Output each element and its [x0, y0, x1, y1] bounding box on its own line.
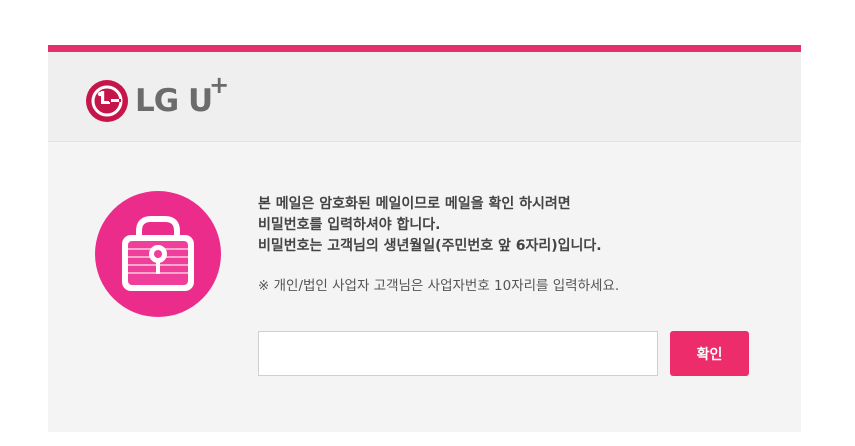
message-line: 비밀번호는 고객님의 생년월일(주민번호 앞 6자리)입니다.: [258, 238, 602, 254]
confirm-button[interactable]: 확인: [670, 331, 749, 376]
brand-logo: LG U +: [85, 73, 229, 123]
business-note: ※ 개인/법인 사업자 고객님은 사업자번호 10자리를 입력하세요.: [258, 278, 620, 294]
accent-top-bar: [48, 45, 801, 52]
lock-icon: [95, 191, 221, 317]
main-content: 본 메일은 암호화된 메일이므로 메일을 확인 하시려면 비밀번호를 입력하셔야…: [48, 142, 801, 432]
message-line: 비밀번호를 입력하셔야 합니다.: [258, 217, 441, 233]
brand-plus: +: [209, 71, 229, 99]
brand-name-text: LG U: [135, 83, 213, 119]
header: LG U +: [48, 52, 801, 142]
message-block: 본 메일은 암호화된 메일이므로 메일을 확인 하시려면 비밀번호를 입력하셔야…: [258, 194, 778, 296]
password-input[interactable]: [258, 331, 658, 376]
secure-mail-frame: LG U + 본 메일은 암호화된 메일이므로 메일을 확인 하시려면 비밀번호…: [48, 45, 801, 432]
message-line: 본 메일은 암호화된 메일이므로 메일을 확인 하시려면: [258, 196, 571, 212]
brand-name: LG U +: [135, 73, 229, 123]
lg-face-logo-icon: [86, 80, 128, 122]
